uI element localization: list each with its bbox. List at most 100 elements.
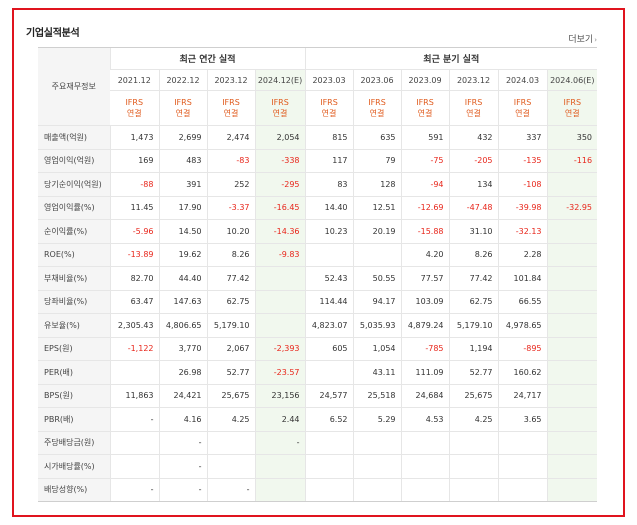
table-cell: 62.75 [206, 290, 255, 314]
table-cell: 62.75 [448, 290, 499, 314]
row-label: 순이익률(%) [38, 219, 110, 244]
table-cell: 8.26 [448, 243, 499, 267]
ifrs-label: IFRS 연결 [352, 90, 402, 126]
table-cell: 134 [448, 172, 499, 197]
ifrs-label: IFRS 연결 [206, 90, 255, 126]
table-cell: 11,863 [109, 384, 159, 408]
table-cell [546, 290, 598, 314]
table-cell [400, 430, 450, 455]
table-cell: 4.53 [400, 407, 450, 432]
table-cell: 1,473 [109, 125, 159, 150]
ifrs-line2: 연결 [321, 109, 337, 118]
table-cell: - [158, 430, 207, 455]
table-row: 순이익률(%) -5.96 14.50 10.20 -14.36 10.23 20.19 -1… [38, 219, 598, 244]
table-cell [109, 430, 159, 455]
ifrs-line1: IFRS [464, 98, 483, 107]
table-cell [304, 243, 354, 267]
table-cell: 147.63 [158, 290, 207, 314]
period-header: 2022.12 [158, 69, 207, 91]
period-header: 2023.12 [448, 69, 499, 91]
table-cell: -88 [109, 172, 159, 197]
table-cell: 5,179.10 [206, 313, 255, 338]
table-cell: -23.57 [254, 360, 306, 385]
ifrs-line2: 연결 [175, 109, 191, 118]
table-cell: -5.96 [109, 219, 159, 244]
financial-table: 주요재무정보 최근 연간 실적 최근 분기 실적 2021.12 2022.12 2… [38, 47, 598, 502]
table-cell [304, 430, 354, 455]
ifrs-line1: IFRS [125, 98, 144, 107]
ifrs-line1: IFRS [174, 98, 192, 107]
ifrs-line1: IFRS [222, 98, 240, 107]
table-cell: -32.13 [497, 219, 548, 244]
row-label: 매출액(억원) [38, 125, 110, 150]
table-cell: 432 [448, 125, 499, 150]
table-cell: -13.89 [109, 243, 159, 267]
row-label: PER(배) [38, 360, 110, 385]
table-row: 배당성향(%) - - - [38, 478, 598, 502]
table-cell: 6.52 [304, 407, 354, 432]
ifrs-line1: IFRS [416, 98, 434, 107]
table-cell: 10.23 [304, 219, 354, 244]
table-cell: -94 [400, 172, 450, 197]
table-cell: 11.45 [109, 195, 159, 220]
ifrs-line1: IFRS [271, 98, 289, 107]
table-cell: 3.65 [497, 407, 548, 432]
table-cell: -32.95 [546, 195, 598, 220]
row-label: 영업이익(억원) [38, 149, 110, 173]
table-cell [546, 478, 598, 502]
table-cell: - [206, 478, 255, 502]
table-cell [546, 266, 598, 291]
row-header-label: 주요재무정보 [38, 47, 110, 126]
table-cell: 4.16 [158, 407, 207, 432]
table-cell: 117 [304, 149, 354, 173]
table-row: 부채비율(%) 82.70 44.40 77.42 52.43 50.55 77.57 77.… [38, 266, 598, 291]
table-cell: 23,156 [254, 384, 306, 408]
table-cell: 4,806.65 [158, 313, 207, 338]
table-cell [352, 454, 402, 479]
table-cell: -785 [400, 336, 450, 361]
table-row: BPS(원) 11,863 24,421 25,675 23,156 24,577 25,5… [38, 384, 598, 408]
table-cell: 3,770 [158, 336, 207, 361]
table-cell: 5,179.10 [448, 313, 499, 338]
table-cell: 14.50 [158, 219, 207, 244]
period-header: 2023.12 [206, 69, 255, 91]
table-cell: 10.20 [206, 219, 255, 244]
ifrs-line2: 연결 [369, 109, 385, 118]
table-cell [304, 360, 354, 385]
ifrs-label: IFRS 연결 [448, 90, 499, 126]
table-cell: 391 [158, 172, 207, 197]
table-cell [352, 430, 402, 455]
table-cell: 1,194 [448, 336, 499, 361]
row-label: ROE(%) [38, 243, 110, 267]
table-cell: 52.43 [304, 266, 354, 291]
table-cell: -1,122 [109, 336, 159, 361]
ifrs-label: IFRS 연결 [400, 90, 450, 126]
table-cell: 79 [352, 149, 402, 173]
table-cell: 66.55 [497, 290, 548, 314]
table-cell: -135 [497, 149, 548, 173]
table-cell [254, 266, 306, 291]
table-row: PBR(배) -4.16 4.25 2.44 6.52 5.29 4.53 4.25 3.65 [38, 407, 598, 432]
table-cell [254, 478, 306, 502]
table-cell: 4.25 [448, 407, 499, 432]
table-cell: 82.70 [109, 266, 159, 291]
table-cell: -338 [254, 149, 306, 173]
table-cell: -2,393 [254, 336, 306, 361]
table-cell: 77.42 [448, 266, 499, 291]
ifrs-line1: IFRS [320, 98, 338, 107]
table-cell [546, 172, 598, 197]
more-link[interactable]: 더보기› [568, 32, 597, 45]
table-cell: 337 [497, 125, 548, 150]
table-cell: 17.90 [158, 195, 207, 220]
table-cell: 25,675 [448, 384, 499, 408]
row-label: 배당성향(%) [38, 478, 110, 502]
table-row: 당좌비율(%) 63.47 147.63 62.75 114.44 94.17 103.09… [38, 290, 598, 314]
period-header: 2023.03 [304, 69, 354, 91]
table-cell: 103.09 [400, 290, 450, 314]
table-cell [546, 360, 598, 385]
table-cell [254, 313, 306, 338]
table-cell: 26.98 [158, 360, 207, 385]
table-cell: 31.10 [448, 219, 499, 244]
table-cell [304, 478, 354, 502]
table-cell: 2.44 [254, 407, 306, 432]
